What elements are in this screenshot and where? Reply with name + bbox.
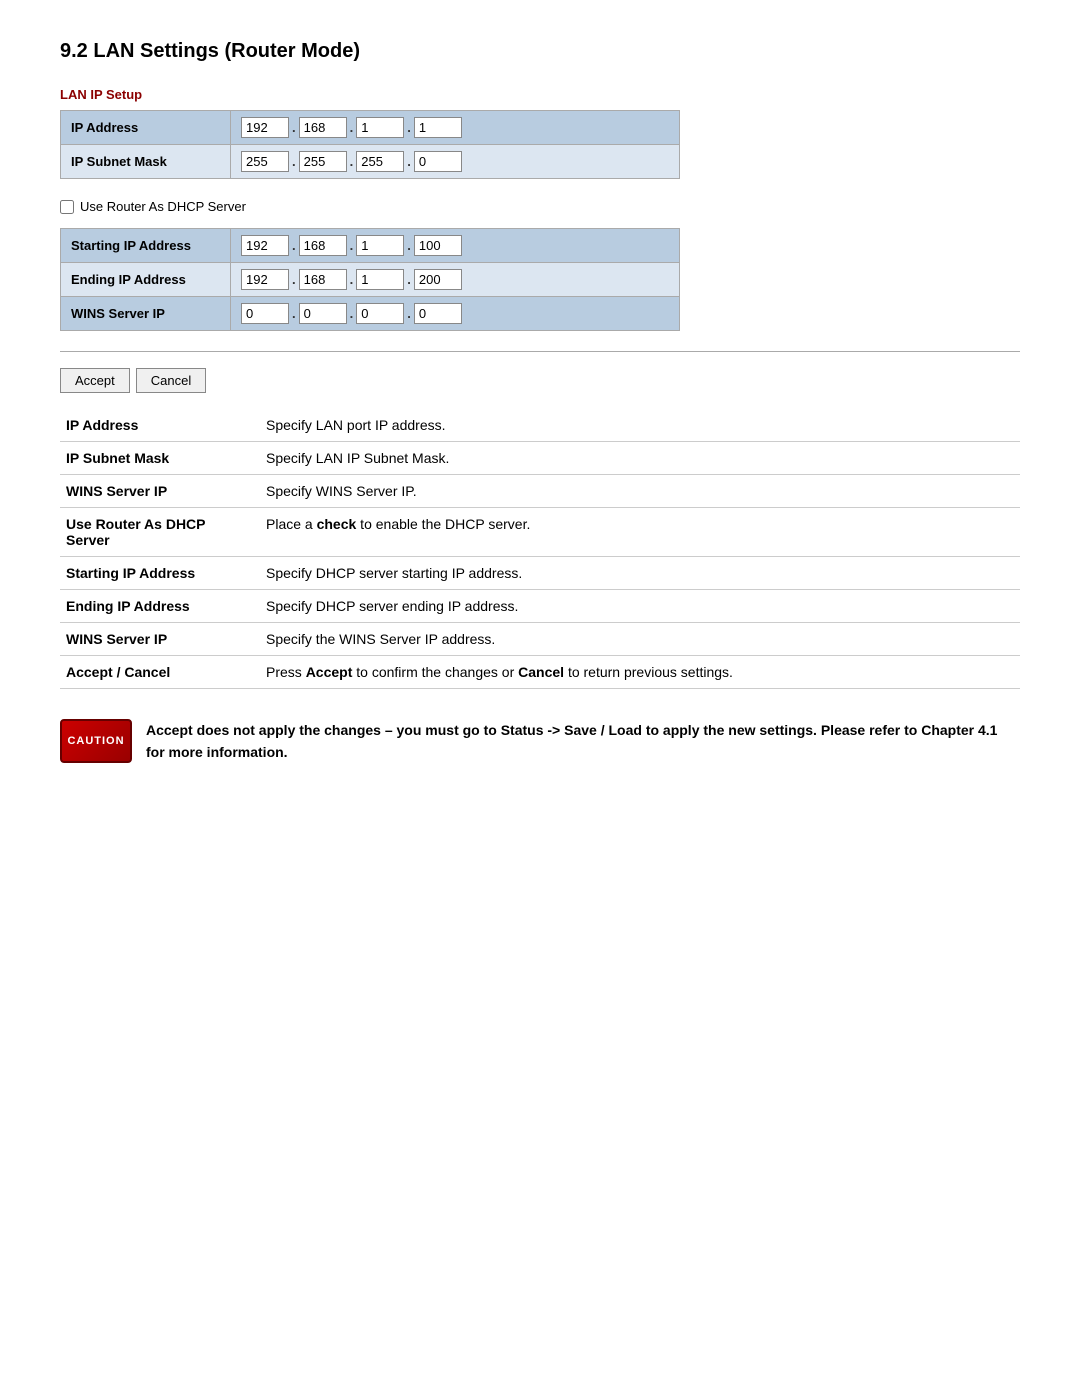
desc-term: IP Subnet Mask xyxy=(60,442,260,475)
ip-address-label: IP Address xyxy=(61,111,231,145)
desc-term: Accept / Cancel xyxy=(60,656,260,689)
accept-button[interactable]: Accept xyxy=(60,368,130,393)
starting-ip-octet2[interactable] xyxy=(299,235,347,256)
caution-badge-text: CAUTION xyxy=(67,735,124,747)
subnet-mask-label: IP Subnet Mask xyxy=(61,145,231,179)
ip-address-octet4[interactable] xyxy=(414,117,462,138)
desc-value: Place a check to enable the DHCP server. xyxy=(260,508,1020,557)
caution-badge: CAUTION xyxy=(60,719,132,763)
dhcp-settings-table: Starting IP Address . . . Ending IP Addr… xyxy=(60,228,680,331)
lan-ip-setup-label: LAN IP Setup xyxy=(60,87,1020,102)
desc-row-dhcp-server: Use Router As DHCPServer Place a check t… xyxy=(60,508,1020,557)
ip-dot: . xyxy=(349,306,355,321)
table-row: Starting IP Address . . . xyxy=(61,229,680,263)
ip-address-fields: . . . xyxy=(241,117,669,138)
wins-ip-label: WINS Server IP xyxy=(61,297,231,331)
ip-dot: . xyxy=(291,120,297,135)
ending-ip-fields: . . . xyxy=(241,269,669,290)
desc-term: Starting IP Address xyxy=(60,557,260,590)
ip-dot: . xyxy=(349,154,355,169)
ending-ip-octet4[interactable] xyxy=(414,269,462,290)
ending-ip-label: Ending IP Address xyxy=(61,263,231,297)
ip-dot: . xyxy=(291,154,297,169)
desc-row-starting-ip: Starting IP Address Specify DHCP server … xyxy=(60,557,1020,590)
desc-value: Press Accept to confirm the changes or C… xyxy=(260,656,1020,689)
starting-ip-octet4[interactable] xyxy=(414,235,462,256)
ip-dot: . xyxy=(349,272,355,287)
table-row: IP Address . . . xyxy=(61,111,680,145)
dhcp-checkbox-label: Use Router As DHCP Server xyxy=(80,199,246,214)
desc-row-ending-ip: Ending IP Address Specify DHCP server en… xyxy=(60,590,1020,623)
wins-ip-octet3[interactable] xyxy=(356,303,404,324)
ip-dot: . xyxy=(406,120,412,135)
ip-dot: . xyxy=(406,238,412,253)
table-row: IP Subnet Mask . . . xyxy=(61,145,680,179)
dhcp-checkbox[interactable] xyxy=(60,200,74,214)
subnet-mask-octet2[interactable] xyxy=(299,151,347,172)
desc-value: Specify DHCP server ending IP address. xyxy=(260,590,1020,623)
caution-box: CAUTION Accept does not apply the change… xyxy=(60,719,1020,764)
desc-value: Specify DHCP server starting IP address. xyxy=(260,557,1020,590)
starting-ip-fields: . . . xyxy=(241,235,669,256)
cancel-button[interactable]: Cancel xyxy=(136,368,206,393)
ip-address-octet3[interactable] xyxy=(356,117,404,138)
wins-ip-fields: . . . xyxy=(241,303,669,324)
dhcp-checkbox-row: Use Router As DHCP Server xyxy=(60,199,1020,214)
caution-text: Accept does not apply the changes – you … xyxy=(146,719,1020,764)
desc-row-subnet-mask: IP Subnet Mask Specify LAN IP Subnet Mas… xyxy=(60,442,1020,475)
ending-ip-octet1[interactable] xyxy=(241,269,289,290)
separator xyxy=(60,351,1020,352)
ip-dot: . xyxy=(349,238,355,253)
ip-dot: . xyxy=(291,272,297,287)
subnet-mask-fields: . . . xyxy=(241,151,669,172)
ip-dot: . xyxy=(291,238,297,253)
desc-term: Use Router As DHCPServer xyxy=(60,508,260,557)
starting-ip-octet3[interactable] xyxy=(356,235,404,256)
button-row: Accept Cancel xyxy=(60,368,1020,393)
ip-address-octet1[interactable] xyxy=(241,117,289,138)
table-row: Ending IP Address . . . xyxy=(61,263,680,297)
desc-value: Specify LAN IP Subnet Mask. xyxy=(260,442,1020,475)
desc-row-wins: WINS Server IP Specify WINS Server IP. xyxy=(60,475,1020,508)
desc-term: IP Address xyxy=(60,409,260,442)
desc-row-wins-server: WINS Server IP Specify the WINS Server I… xyxy=(60,623,1020,656)
subnet-mask-octet3[interactable] xyxy=(356,151,404,172)
ip-dot: . xyxy=(291,306,297,321)
ip-dot: . xyxy=(406,272,412,287)
desc-value: Specify the WINS Server IP address. xyxy=(260,623,1020,656)
starting-ip-label: Starting IP Address xyxy=(61,229,231,263)
ip-dot: . xyxy=(406,306,412,321)
starting-ip-octet1[interactable] xyxy=(241,235,289,256)
ip-address-octet2[interactable] xyxy=(299,117,347,138)
ending-ip-octet2[interactable] xyxy=(299,269,347,290)
desc-term: WINS Server IP xyxy=(60,475,260,508)
wins-ip-octet4[interactable] xyxy=(414,303,462,324)
desc-term: WINS Server IP xyxy=(60,623,260,656)
desc-row-accept-cancel: Accept / Cancel Press Accept to confirm … xyxy=(60,656,1020,689)
desc-value: Specify LAN port IP address. xyxy=(260,409,1020,442)
desc-term: Ending IP Address xyxy=(60,590,260,623)
description-table: IP Address Specify LAN port IP address. … xyxy=(60,409,1020,689)
desc-value: Specify WINS Server IP. xyxy=(260,475,1020,508)
ip-dot: . xyxy=(349,120,355,135)
ending-ip-octet3[interactable] xyxy=(356,269,404,290)
ip-dot: . xyxy=(406,154,412,169)
subnet-mask-octet4[interactable] xyxy=(414,151,462,172)
wins-ip-octet2[interactable] xyxy=(299,303,347,324)
lan-ip-table: IP Address . . . IP Subnet Mask . xyxy=(60,110,680,179)
subnet-mask-octet1[interactable] xyxy=(241,151,289,172)
table-row: WINS Server IP . . . xyxy=(61,297,680,331)
wins-ip-octet1[interactable] xyxy=(241,303,289,324)
desc-row-ip-address: IP Address Specify LAN port IP address. xyxy=(60,409,1020,442)
page-title: 9.2 LAN Settings (Router Mode) xyxy=(60,40,1020,63)
